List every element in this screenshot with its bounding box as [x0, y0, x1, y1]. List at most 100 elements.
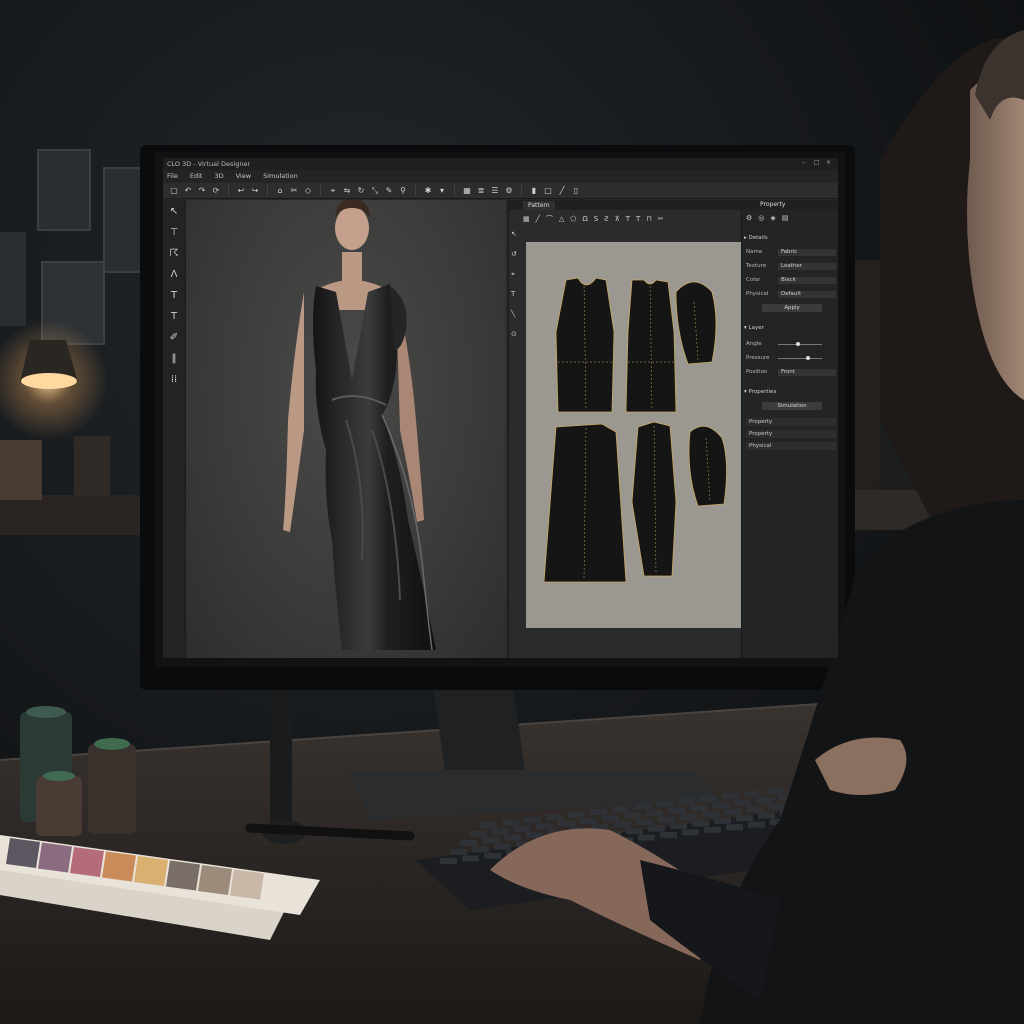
pleat-icon[interactable]: Ƨ — [604, 215, 608, 223]
fold-icon[interactable]: ⁞⁞ — [168, 374, 180, 386]
settings-icon[interactable]: ✱ — [423, 186, 433, 196]
keyboard-key — [614, 821, 631, 828]
scissors-icon[interactable]: ✂ — [658, 215, 664, 223]
select-icon[interactable]: ↖ — [168, 206, 180, 218]
polygon-icon[interactable]: ⬠ — [570, 215, 576, 223]
lambda-icon[interactable]: Λ — [168, 269, 180, 281]
text-icon[interactable]: T — [511, 290, 515, 298]
shape-icon[interactable]: ◇ — [303, 186, 313, 196]
swatch-chip — [38, 842, 72, 873]
section-layer[interactable]: ▾ Layer — [744, 324, 836, 333]
tab-pattern[interactable]: Pattern — [523, 200, 555, 210]
text-tool-icon[interactable]: T — [168, 311, 180, 323]
layers-icon[interactable]: ≣ — [476, 186, 486, 196]
move-icon[interactable]: ☈ — [168, 248, 180, 260]
target-icon[interactable]: ◎ — [758, 214, 764, 222]
triangle-icon[interactable]: △ — [559, 215, 564, 223]
line-icon[interactable]: ╱ — [536, 215, 540, 223]
prop-value[interactable]: Fabric — [778, 248, 836, 256]
keyboard-key — [536, 823, 553, 830]
segment-icon[interactable]: S — [594, 215, 598, 223]
home-icon[interactable]: ⌂ — [275, 186, 285, 196]
arrow-left-icon[interactable]: ↩ — [236, 186, 246, 196]
angle-slider[interactable] — [778, 342, 822, 346]
collapse-row[interactable]: Property — [746, 430, 836, 438]
square-icon[interactable]: □ — [543, 186, 553, 196]
close-icon[interactable]: × — [826, 160, 832, 166]
keyboard-key — [558, 820, 575, 827]
seam-icon[interactable]: ⊓ — [646, 215, 651, 223]
menu-file[interactable]: File — [167, 172, 178, 180]
property-icons: ⚙ ◎ ◈ ▤ — [746, 214, 788, 222]
apply-button[interactable]: Apply — [762, 304, 822, 312]
pen-icon[interactable]: ✎ — [384, 186, 394, 196]
position-value[interactable]: Front — [778, 368, 836, 376]
keyboard-key — [660, 832, 677, 838]
gear-icon[interactable]: ⚙ — [746, 214, 752, 222]
collapse-row[interactable]: Physical — [746, 442, 836, 450]
maximize-icon[interactable]: □ — [814, 160, 820, 166]
sew-icon[interactable]: ‖ — [168, 353, 180, 365]
refresh-icon[interactable]: ⟳ — [211, 186, 221, 196]
new-file-icon[interactable]: ▢ — [169, 186, 179, 196]
pattern-sheet[interactable] — [526, 242, 746, 628]
menu-edit[interactable]: Edit — [190, 172, 203, 180]
keyboard-key — [460, 840, 477, 846]
3d-viewport[interactable] — [186, 198, 506, 658]
grid-icon[interactable]: ▦ — [462, 186, 472, 196]
undo-icon[interactable]: ↶ — [183, 186, 193, 196]
prop-value[interactable]: Leather — [778, 262, 836, 270]
dart-icon[interactable]: ⊼ — [615, 215, 620, 223]
gear-icon[interactable]: ⚙ — [504, 186, 514, 196]
section-details[interactable]: ▸ Details — [744, 234, 836, 243]
garment-icon[interactable]: ⊤ — [168, 227, 180, 239]
scale-icon[interactable]: ⤡ — [370, 186, 380, 196]
pointer-icon[interactable]: ↖ — [511, 230, 517, 238]
edit-point-icon[interactable]: ↺ — [511, 250, 517, 258]
property-tab[interactable]: Property — [760, 201, 785, 208]
chevron-down-icon[interactable]: ▾ — [437, 186, 447, 196]
slider-label: Pressure — [746, 355, 770, 361]
collapse-row[interactable]: Property — [746, 418, 836, 426]
section-properties[interactable]: ▾ Properties — [744, 388, 836, 397]
curve-icon[interactable]: ⌒ — [546, 214, 553, 224]
keyboard-key — [568, 811, 585, 818]
simulation-button[interactable]: Simulation — [762, 402, 822, 410]
prop-value[interactable]: Black — [778, 276, 836, 284]
prop-value[interactable]: Default — [778, 290, 836, 298]
transform-icon[interactable]: ⌖ — [511, 270, 515, 279]
keyboard-key — [678, 798, 695, 805]
brush-icon[interactable]: ✐ — [168, 332, 180, 344]
redo-icon[interactable]: ↷ — [197, 186, 207, 196]
document-icon[interactable]: ▤ — [782, 214, 789, 222]
menu-view[interactable]: View — [236, 172, 251, 180]
rotate-icon[interactable]: ↻ — [356, 186, 366, 196]
line-icon[interactable]: ╱ — [557, 186, 567, 196]
arrow-right-icon[interactable]: ↪ — [250, 186, 260, 196]
measure-icon[interactable]: ⊙ — [511, 330, 517, 338]
keyboard-key — [638, 834, 655, 841]
bar-icon[interactable]: ▮ — [529, 186, 539, 196]
pattern-pieces — [543, 277, 727, 583]
grid-icon[interactable]: ▦ — [523, 215, 530, 223]
keyboard-key — [502, 819, 519, 826]
layers-icon[interactable]: ◈ — [770, 214, 775, 222]
keyboard-key — [624, 812, 641, 819]
minimize-icon[interactable]: – — [802, 160, 808, 166]
pressure-slider[interactable] — [778, 356, 822, 360]
avatar-render — [283, 198, 436, 651]
list-icon[interactable]: ☰ — [490, 186, 500, 196]
menu-simulation[interactable]: Simulation — [263, 172, 298, 180]
cut-icon[interactable]: ✂ — [289, 186, 299, 196]
trim-icon[interactable]: T — [636, 215, 640, 223]
text-icon[interactable]: T — [168, 290, 180, 302]
keyboard-key — [524, 816, 541, 823]
page-icon[interactable]: ▯ — [571, 186, 581, 196]
mirror-icon[interactable]: ⇋ — [342, 186, 352, 196]
notch-icon[interactable]: Ω — [582, 215, 587, 223]
text-icon[interactable]: T — [626, 215, 630, 223]
menu-3d[interactable]: 3D — [214, 172, 223, 180]
line-icon[interactable]: ╲ — [511, 310, 515, 318]
pin-icon[interactable]: ⚲ — [398, 186, 408, 196]
pointer-icon[interactable]: ⌖ — [328, 186, 338, 196]
